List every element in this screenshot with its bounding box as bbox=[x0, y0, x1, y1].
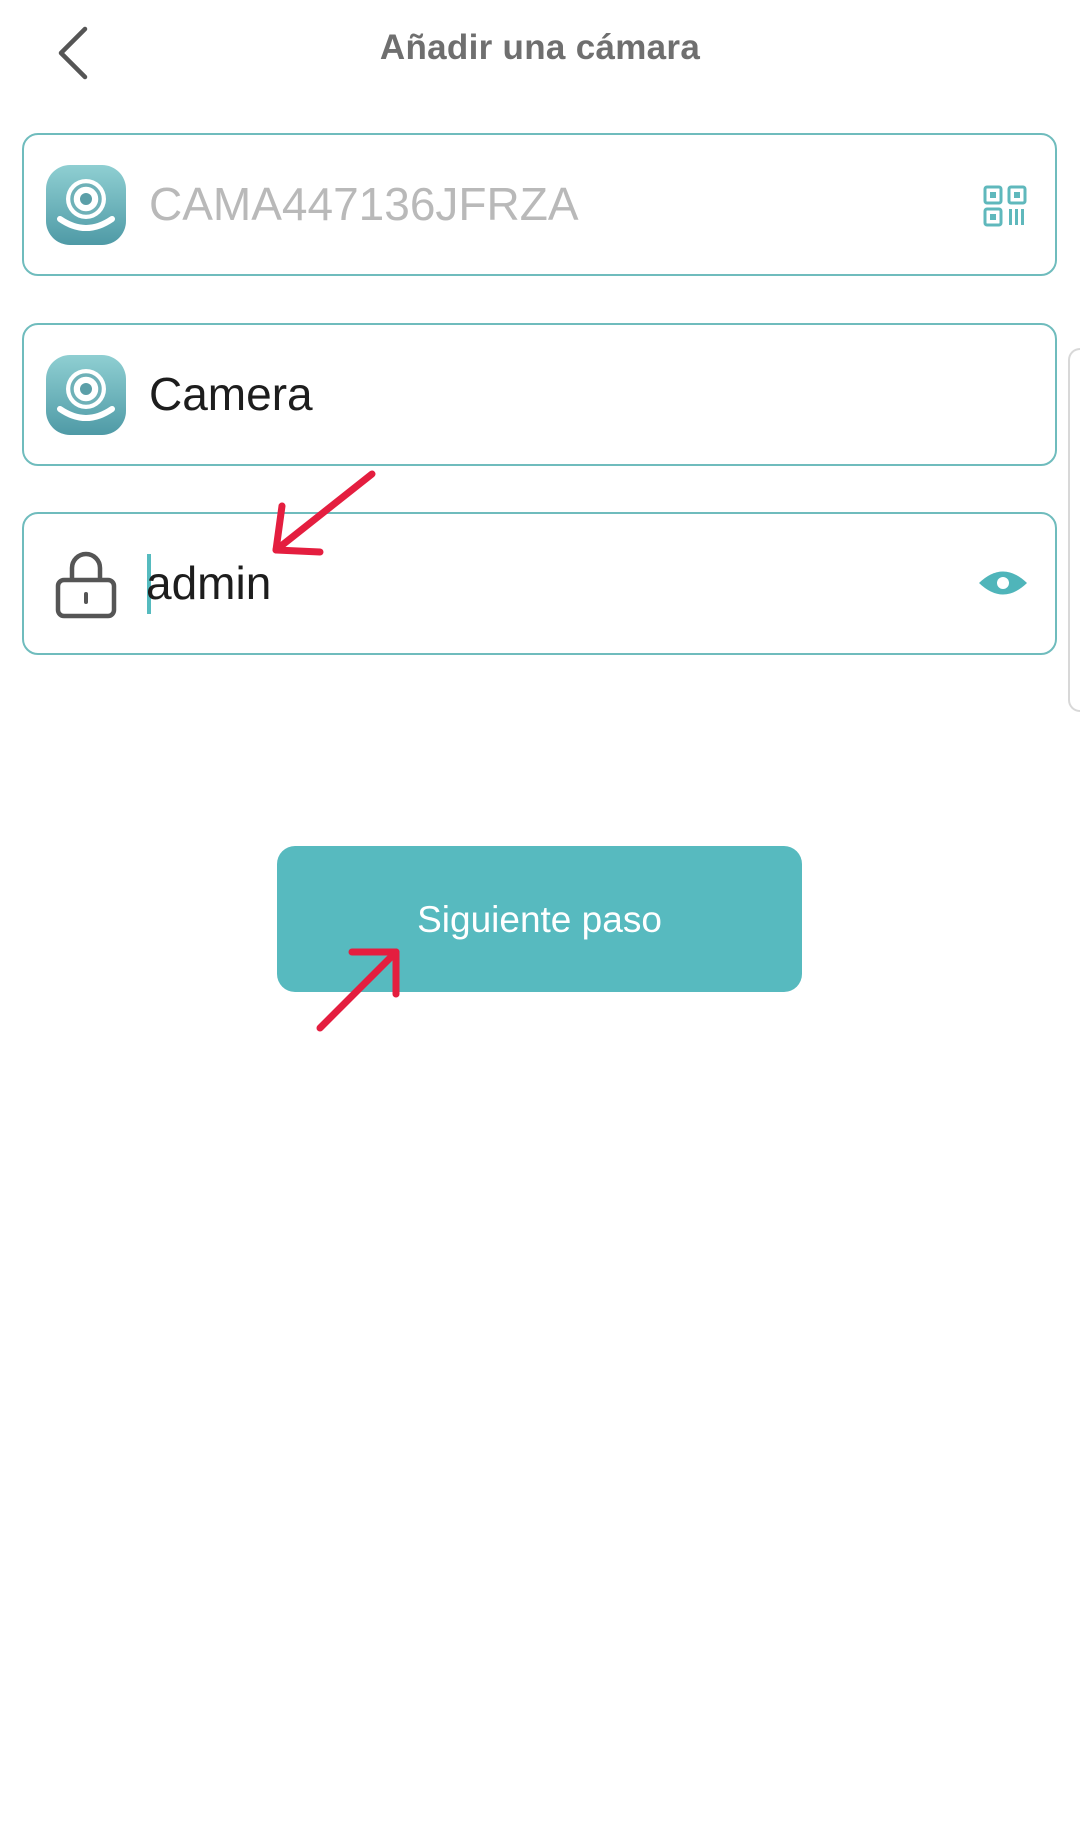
eye-icon[interactable] bbox=[977, 566, 1029, 600]
device-id-field[interactable]: CAMA447136JFRZA bbox=[22, 133, 1057, 276]
qr-code-icon[interactable] bbox=[983, 185, 1027, 227]
lock-icon bbox=[55, 551, 117, 619]
page-title: Añadir una cámara bbox=[379, 28, 701, 67]
password-field[interactable]: admin bbox=[22, 512, 1057, 655]
camera-app-icon bbox=[46, 355, 126, 435]
device-id-placeholder: CAMA447136JFRZA bbox=[149, 178, 579, 230]
device-name-value: Camera bbox=[149, 368, 313, 420]
password-value: admin bbox=[146, 557, 272, 609]
side-scroll-indicator bbox=[1068, 348, 1080, 712]
device-name-field[interactable]: Camera bbox=[22, 323, 1057, 466]
next-step-button[interactable]: Siguiente paso bbox=[277, 846, 802, 992]
header: Añadir una cámara bbox=[0, 0, 1080, 110]
camera-app-icon bbox=[46, 165, 126, 245]
